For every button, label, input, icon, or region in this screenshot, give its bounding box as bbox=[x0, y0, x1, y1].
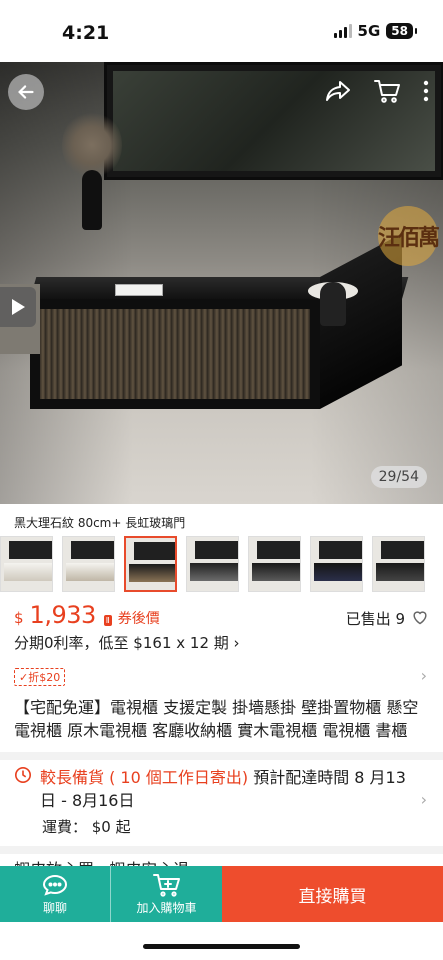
variant-thumb[interactable] bbox=[0, 536, 53, 592]
watermark-logo: 汪佰萬 bbox=[378, 206, 440, 266]
variant-thumbnails bbox=[0, 536, 443, 594]
cabinet-illustration bbox=[30, 233, 409, 453]
section-divider bbox=[0, 846, 443, 854]
shipping-info[interactable]: 較長備貨 ( 10 個工作日寄出) 預計配達時間 8 月13日 - 8月16日 … bbox=[14, 766, 414, 837]
chat-icon bbox=[42, 874, 68, 896]
price-row: $ 1,933 Ⅱ 券後價 bbox=[14, 601, 160, 629]
product-title: 【宅配免運】電視櫃 支援定製 掛墻懸掛 壁掛置物櫃 懸空電視櫃 原木電視櫃 客廳… bbox=[14, 698, 419, 740]
chevron-right-icon[interactable]: › bbox=[421, 666, 427, 685]
price-currency: $ bbox=[14, 609, 24, 627]
variant-thumb[interactable] bbox=[310, 536, 363, 592]
signal-icon bbox=[333, 24, 352, 38]
chevron-right-icon[interactable]: › bbox=[421, 790, 427, 809]
home-indicator bbox=[143, 944, 300, 949]
image-counter: 29/54 bbox=[370, 466, 427, 488]
status-bar: 4:21 5G 58 bbox=[0, 0, 443, 62]
product-image[interactable] bbox=[0, 62, 443, 504]
variant-thumb[interactable] bbox=[62, 536, 115, 592]
back-button[interactable] bbox=[8, 74, 44, 110]
variant-thumb-selected[interactable] bbox=[124, 536, 177, 592]
discount-tag[interactable]: ✓折$20 bbox=[14, 668, 66, 686]
status-time: 4:21 bbox=[62, 22, 110, 44]
variant-thumb[interactable] bbox=[248, 536, 301, 592]
installment-info[interactable]: 分期0利率，低至 $161 x 12 期 › bbox=[14, 632, 240, 653]
battery-icon: 58 bbox=[386, 23, 417, 39]
section-divider bbox=[0, 752, 443, 760]
price-amount: 1,933 bbox=[29, 601, 97, 629]
cart-icon bbox=[374, 80, 400, 103]
variant-label: 黑大理石紋 80cm+ 長虹玻璃門 bbox=[14, 516, 186, 530]
add-to-cart-button[interactable]: 加入購物車 bbox=[110, 866, 222, 922]
network-label: 5G bbox=[357, 22, 381, 40]
shipping-fee: 運費： $0 起 bbox=[42, 818, 131, 836]
variant-thumb[interactable] bbox=[186, 536, 239, 592]
vase-decoration bbox=[82, 170, 102, 230]
sold-count: 已售出 9 bbox=[346, 608, 429, 629]
hero-actions bbox=[325, 78, 429, 108]
clock-icon bbox=[14, 766, 32, 812]
cart-button[interactable] bbox=[373, 78, 401, 108]
add-to-cart-label: 加入購物車 bbox=[136, 900, 197, 915]
share-button[interactable] bbox=[325, 79, 351, 107]
bottom-action-bar: 聊聊 加入購物車 直接購買 bbox=[0, 866, 443, 922]
more-vertical-icon bbox=[423, 80, 429, 102]
like-button[interactable] bbox=[411, 609, 429, 629]
play-video-button[interactable] bbox=[0, 287, 36, 327]
share-icon bbox=[326, 81, 350, 101]
more-button[interactable] bbox=[423, 79, 429, 107]
buy-now-button[interactable]: 直接購買 bbox=[222, 866, 443, 922]
coupon-icon: Ⅱ bbox=[103, 615, 112, 626]
sold-label: 已售出 9 bbox=[345, 610, 405, 628]
coupon-label: 券後價 bbox=[117, 611, 160, 627]
add-cart-icon bbox=[152, 873, 180, 897]
play-icon bbox=[12, 299, 25, 315]
shipping-highlight: 較長備貨 ( 10 個工作日寄出) bbox=[40, 768, 249, 787]
variant-thumb[interactable] bbox=[372, 536, 425, 592]
chat-button[interactable]: 聊聊 bbox=[0, 866, 110, 922]
chat-label: 聊聊 bbox=[42, 900, 67, 915]
arrow-left-icon bbox=[18, 85, 34, 99]
status-right: 5G 58 bbox=[333, 22, 417, 40]
heart-icon bbox=[413, 610, 427, 624]
